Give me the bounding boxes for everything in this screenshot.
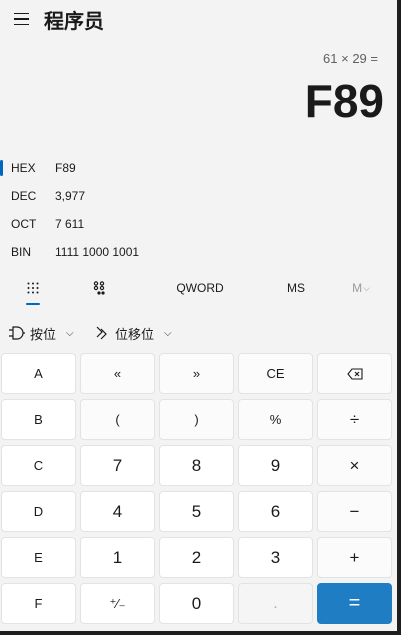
radix-value: F89 bbox=[55, 161, 76, 175]
key-3[interactable]: 3 bbox=[238, 537, 313, 578]
key-0[interactable]: 0 bbox=[159, 583, 234, 624]
radix-label: OCT bbox=[11, 217, 37, 231]
radix-label: BIN bbox=[11, 245, 32, 259]
key-backspace[interactable] bbox=[317, 353, 392, 394]
mode-bar: QWORD MS M ⌵ bbox=[0, 273, 397, 305]
radix-label: DEC bbox=[11, 189, 37, 203]
page-title: 程序员 bbox=[44, 9, 104, 33]
key-5[interactable]: 5 bbox=[159, 491, 234, 532]
key-equals[interactable]: = bbox=[317, 583, 392, 624]
bit-toggle-keypad-icon[interactable] bbox=[84, 273, 114, 303]
selection-indicator bbox=[0, 160, 3, 176]
chevron-down-icon: ⌵ bbox=[164, 327, 172, 339]
key-7[interactable]: 7 bbox=[80, 445, 155, 486]
memory-list-button[interactable]: M ⌵ bbox=[346, 273, 376, 303]
chevron-down-icon: ⌵ bbox=[66, 327, 74, 339]
word-size-button[interactable]: QWORD bbox=[170, 273, 230, 303]
key-divide[interactable]: ÷ bbox=[317, 399, 392, 440]
key-a[interactable]: A bbox=[1, 353, 76, 394]
key-shift-left[interactable]: « bbox=[80, 353, 155, 394]
key-negate[interactable]: ⁺∕₋ bbox=[80, 583, 155, 624]
bit-shift-dropdown[interactable]: 位移位 ⌵ bbox=[95, 320, 172, 346]
key-close-paren[interactable]: ) bbox=[159, 399, 234, 440]
bit-shift-icon bbox=[96, 326, 107, 340]
key-8[interactable]: 8 bbox=[159, 445, 234, 486]
mode-selected-indicator bbox=[26, 303, 40, 305]
key-2[interactable]: 2 bbox=[159, 537, 234, 578]
radix-row-hex[interactable]: HEX F89 bbox=[0, 155, 397, 181]
chevron-down-icon: ⌵ bbox=[363, 282, 370, 293]
hamburger-menu-icon[interactable] bbox=[6, 6, 36, 32]
key-clear-entry[interactable]: CE bbox=[238, 353, 313, 394]
key-modulo[interactable]: % bbox=[238, 399, 313, 440]
radix-row-oct[interactable]: OCT 7 611 bbox=[0, 211, 397, 237]
bitwise-label: 按位 bbox=[30, 327, 57, 343]
backspace-icon bbox=[346, 367, 363, 380]
logic-gate-icon bbox=[9, 326, 25, 340]
key-c[interactable]: C bbox=[1, 445, 76, 486]
key-9[interactable]: 9 bbox=[238, 445, 313, 486]
key-add[interactable]: + bbox=[317, 537, 392, 578]
memory-store-button[interactable]: MS bbox=[278, 273, 314, 303]
radix-value: 3,977 bbox=[55, 189, 86, 203]
bitwise-dropdown[interactable]: 按位 ⌵ bbox=[8, 320, 74, 346]
radix-row-bin[interactable]: BIN 1111 1000 1001 bbox=[0, 239, 397, 265]
key-f[interactable]: F bbox=[1, 583, 76, 624]
memory-list-label: M bbox=[352, 281, 363, 295]
key-1[interactable]: 1 bbox=[80, 537, 155, 578]
radix-value: 7 611 bbox=[55, 217, 85, 231]
result-display: F89 bbox=[304, 75, 384, 127]
calculator-window: 程序员 61 × 29 = F89 HEX F89 DEC 3,977 OCT … bbox=[0, 0, 397, 631]
radix-value: 1111 1000 1001 bbox=[55, 245, 140, 259]
bit-shift-label: 位移位 bbox=[115, 327, 155, 343]
expression-display: 61 × 29 = bbox=[323, 51, 378, 66]
key-6[interactable]: 6 bbox=[238, 491, 313, 532]
key-4[interactable]: 4 bbox=[80, 491, 155, 532]
key-subtract[interactable]: − bbox=[317, 491, 392, 532]
key-open-paren[interactable]: ( bbox=[80, 399, 155, 440]
key-b[interactable]: B bbox=[1, 399, 76, 440]
key-shift-right[interactable]: » bbox=[159, 353, 234, 394]
key-e[interactable]: E bbox=[1, 537, 76, 578]
key-d[interactable]: D bbox=[1, 491, 76, 532]
key-decimal[interactable]: . bbox=[238, 583, 313, 624]
full-keypad-icon[interactable] bbox=[18, 273, 48, 303]
radix-label: HEX bbox=[11, 161, 36, 175]
key-multiply[interactable]: × bbox=[317, 445, 392, 486]
radix-row-dec[interactable]: DEC 3,977 bbox=[0, 183, 397, 209]
